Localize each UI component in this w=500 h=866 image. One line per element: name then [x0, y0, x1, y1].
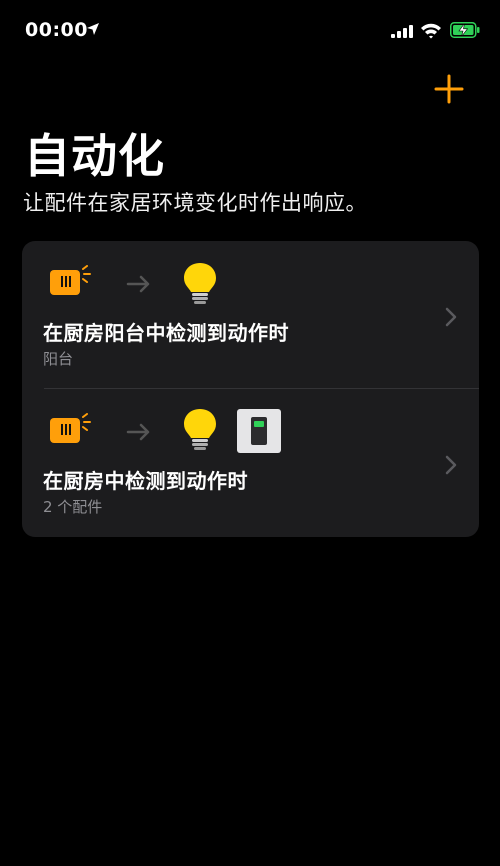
- automation-subtitle: 阳台: [43, 350, 74, 368]
- add-automation-button[interactable]: [432, 72, 466, 106]
- switch-icon: [237, 409, 281, 453]
- arrow-icon: [126, 275, 150, 293]
- lightbulb-icon: [184, 409, 216, 450]
- motion-sensor-icon: [50, 413, 91, 443]
- page-title: 自动化: [24, 129, 165, 183]
- status-bar: 00:00: [0, 0, 500, 60]
- automation-title: 在厨房阳台中检测到动作时: [43, 321, 289, 345]
- automation-item[interactable]: 在厨房中检测到动作时 2 个配件: [22, 389, 479, 536]
- cellular-signal-icon: [391, 25, 413, 38]
- location-arrow-icon: [87, 23, 99, 35]
- motion-sensor-icon: [50, 265, 91, 295]
- automation-title: 在厨房中检测到动作时: [43, 469, 248, 493]
- chevron-right-icon: [445, 307, 457, 327]
- battery-charging-icon: [450, 22, 480, 38]
- lightbulb-icon: [184, 263, 216, 304]
- status-time: 00:00: [25, 19, 88, 41]
- arrow-icon: [126, 423, 150, 441]
- automation-item[interactable]: 在厨房阳台中检测到动作时 阳台: [22, 241, 479, 388]
- automation-list: 在厨房阳台中检测到动作时 阳台 在厨房中检测到动作时 2 个配件: [22, 241, 479, 537]
- chevron-right-icon: [445, 455, 457, 475]
- automation-subtitle: 2 个配件: [43, 498, 103, 516]
- wifi-icon: [421, 23, 441, 39]
- page-subtitle: 让配件在家居环境变化时作出响应。: [23, 191, 367, 215]
